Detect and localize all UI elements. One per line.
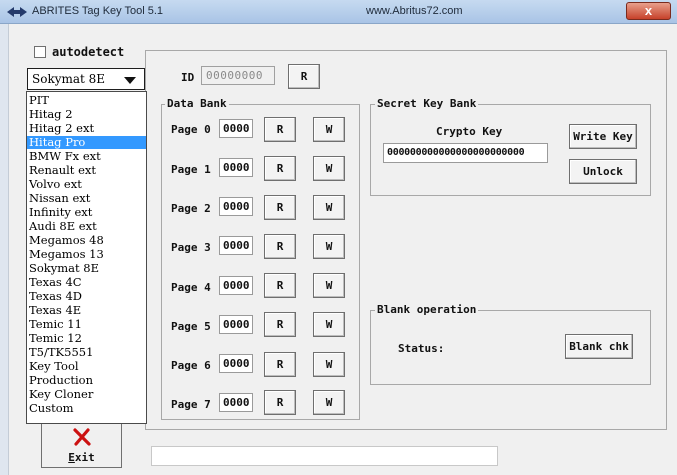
exit-label: Exit <box>68 451 95 464</box>
page-7-write-button[interactable]: W <box>313 390 345 415</box>
window-border <box>0 24 9 475</box>
tag-type-option[interactable]: Volvo ext <box>27 178 146 191</box>
page-2-value: 0000 <box>223 200 250 213</box>
tag-type-option[interactable]: Texas 4E <box>27 304 146 317</box>
chevron-down-icon[interactable] <box>124 77 136 84</box>
tag-type-option[interactable]: Texas 4C <box>27 276 146 289</box>
page-4-write-button[interactable]: W <box>313 273 345 298</box>
tag-type-dropdown[interactable]: PIT Hitag 2 Hitag 2 ext Hitag Pro BMW Fx… <box>26 91 147 424</box>
page-6-label: Page 6 <box>171 359 211 372</box>
tag-type-option[interactable]: Key Cloner <box>27 388 146 401</box>
tag-type-select[interactable]: Sokymat 8E <box>27 68 145 90</box>
tag-type-option[interactable]: BMW Fx ext <box>27 150 146 163</box>
page-4-value: 0000 <box>223 279 250 292</box>
page-5-value: 0000 <box>223 318 250 331</box>
tag-type-selected-value: Sokymat 8E <box>32 72 106 86</box>
autodetect-label: autodetect <box>52 45 125 59</box>
app-logo-icon <box>7 7 27 17</box>
unlock-button[interactable]: Unlock <box>569 159 637 184</box>
tag-type-option[interactable]: T5/TK5551 <box>27 346 146 359</box>
crypto-key-input[interactable]: 000000000000000000000000 <box>383 143 548 163</box>
page-2-write-button[interactable]: W <box>313 195 345 220</box>
page-1-value-field[interactable]: 0000 <box>219 158 253 177</box>
tag-type-option[interactable]: Megamos 48 <box>27 234 146 247</box>
page-2-value-field[interactable]: 0000 <box>219 197 253 216</box>
crypto-key-value: 000000000000000000000000 <box>387 147 525 158</box>
tag-type-option[interactable]: Hitag 2 <box>27 108 146 121</box>
id-field[interactable]: 00000000 <box>201 66 275 85</box>
page-1-label: Page 1 <box>171 163 211 176</box>
page-6-value: 0000 <box>223 357 250 370</box>
page-0-value-field[interactable]: 0000 <box>219 119 253 138</box>
crypto-key-label: Crypto Key <box>436 125 503 138</box>
write-key-button[interactable]: Write Key <box>569 124 637 149</box>
data-bank-title: Data Bank <box>165 97 229 110</box>
tag-type-option[interactable]: Hitag 2 ext <box>27 122 146 135</box>
page-3-write-button[interactable]: W <box>313 234 345 259</box>
blank-check-button[interactable]: Blank chk <box>565 334 633 359</box>
tag-type-option[interactable]: Temic 11 <box>27 318 146 331</box>
autodetect-checkbox[interactable] <box>34 46 46 58</box>
page-3-value-field[interactable]: 0000 <box>219 236 253 255</box>
page-0-label: Page 0 <box>171 123 211 136</box>
tag-type-option[interactable]: Megamos 13 <box>27 248 146 261</box>
tag-type-option[interactable]: Production <box>27 374 146 387</box>
status-label: Status: <box>398 342 445 355</box>
tag-type-option[interactable]: Temic 12 <box>27 332 146 345</box>
tag-type-option-highlighted[interactable]: Hitag Pro <box>27 136 146 149</box>
page-5-value-field[interactable]: 0000 <box>219 315 253 334</box>
page-7-read-button[interactable]: R <box>264 390 296 415</box>
tag-type-option[interactable]: Sokymat 8E <box>27 262 146 275</box>
tag-type-option[interactable]: Texas 4D <box>27 290 146 303</box>
page-6-write-button[interactable]: W <box>313 352 345 377</box>
page-7-label: Page 7 <box>171 398 211 411</box>
page-1-read-button[interactable]: R <box>264 156 296 181</box>
page-7-value-field[interactable]: 0000 <box>219 393 253 412</box>
tag-type-option[interactable]: Nissan ext <box>27 192 146 205</box>
page-5-write-button[interactable]: W <box>313 312 345 337</box>
blank-operation-title: Blank operation <box>375 303 479 316</box>
page-6-read-button[interactable]: R <box>264 352 296 377</box>
tag-type-option[interactable]: PIT <box>27 94 146 107</box>
window-title: ABRITES Tag Key Tool 5.1 <box>32 5 164 17</box>
exit-x-icon <box>73 428 91 446</box>
page-5-label: Page 5 <box>171 320 211 333</box>
page-4-read-button[interactable]: R <box>264 273 296 298</box>
page-1-value: 0000 <box>223 161 250 174</box>
page-3-label: Page 3 <box>171 241 211 254</box>
id-value: 00000000 <box>206 69 263 82</box>
page-2-label: Page 2 <box>171 202 211 215</box>
status-bar-field <box>151 446 498 466</box>
exit-button[interactable]: Exit <box>41 421 122 468</box>
close-button[interactable]: x <box>626 2 671 20</box>
tag-type-option[interactable]: Infinity ext <box>27 206 146 219</box>
close-icon: x <box>644 3 653 18</box>
window-url: www.Abritus72.com <box>366 5 463 17</box>
page-2-read-button[interactable]: R <box>264 195 296 220</box>
page-0-read-button[interactable]: R <box>264 117 296 142</box>
read-id-button[interactable]: R <box>288 64 320 89</box>
page-0-value: 0000 <box>223 122 250 135</box>
page-0-write-button[interactable]: W <box>313 117 345 142</box>
id-label: ID <box>181 71 195 84</box>
tag-type-option[interactable]: Audi 8E ext <box>27 220 146 233</box>
tag-type-option[interactable]: Custom <box>27 402 146 415</box>
page-6-value-field[interactable]: 0000 <box>219 354 253 373</box>
page-7-value: 0000 <box>223 396 250 409</box>
tag-type-option[interactable]: Key Tool <box>27 360 146 373</box>
page-3-value: 0000 <box>223 239 250 252</box>
tag-type-option[interactable]: Renault ext <box>27 164 146 177</box>
title-bar: ABRITES Tag Key Tool 5.1 www.Abritus72.c… <box>0 0 677 24</box>
page-4-value-field[interactable]: 0000 <box>219 276 253 295</box>
page-1-write-button[interactable]: W <box>313 156 345 181</box>
page-4-label: Page 4 <box>171 281 211 294</box>
page-3-read-button[interactable]: R <box>264 234 296 259</box>
secret-key-bank-title: Secret Key Bank <box>375 97 479 110</box>
page-5-read-button[interactable]: R <box>264 312 296 337</box>
